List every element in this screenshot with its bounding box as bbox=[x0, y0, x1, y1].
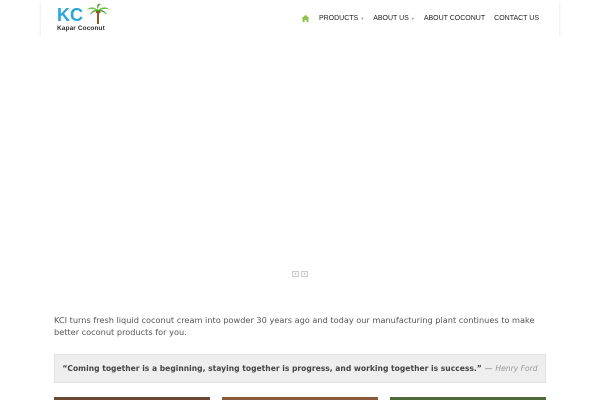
chevron-down-icon: ▼ bbox=[360, 15, 365, 21]
nav-products-label: PRODUCTS bbox=[318, 14, 359, 22]
slider-prev-button[interactable]: ‹ bbox=[292, 271, 299, 277]
logo-name: Kapar Coconut bbox=[57, 25, 105, 32]
nav-about-us-label: ABOUT US bbox=[373, 14, 409, 22]
nav-home[interactable] bbox=[301, 14, 310, 23]
nav-about-us[interactable]: ABOUT US ▼ bbox=[373, 15, 415, 22]
nav-contact-us-label: CONTACT US bbox=[494, 14, 539, 22]
quote-text: “Coming together is a beginning, staying… bbox=[62, 364, 482, 373]
nav-products[interactable]: PRODUCTS ▼ bbox=[319, 15, 364, 22]
nav-about-coconut[interactable]: ABOUT COCONUT bbox=[424, 15, 485, 22]
logo-mark: KC bbox=[57, 3, 110, 25]
quote-box: “Coming together is a beginning, staying… bbox=[54, 354, 546, 383]
logo-mark-text: KC bbox=[57, 5, 83, 25]
intro-text: KCI turns fresh liquid coconut cream int… bbox=[54, 315, 535, 337]
quote-separator: — bbox=[484, 364, 493, 373]
site-header: KC Kapar Coconut PRODUCTS ▼ ABOUT US ▼ A… bbox=[41, 0, 559, 36]
site-logo[interactable]: KC Kapar Coconut bbox=[57, 3, 117, 33]
slider-controls: ‹ › bbox=[292, 271, 310, 277]
hero-slider[interactable] bbox=[0, 36, 600, 282]
main-nav: PRODUCTS ▼ ABOUT US ▼ ABOUT COCONUT CONT… bbox=[292, 0, 539, 36]
home-icon bbox=[301, 14, 310, 22]
nav-about-coconut-label: ABOUT COCONUT bbox=[423, 14, 486, 22]
slider-next-button[interactable]: › bbox=[301, 271, 308, 277]
quote-author: Henry Ford bbox=[495, 364, 538, 373]
nav-contact-us[interactable]: CONTACT US bbox=[494, 15, 539, 22]
chevron-down-icon: ▼ bbox=[410, 15, 415, 21]
palm-tree-icon bbox=[87, 3, 110, 24]
